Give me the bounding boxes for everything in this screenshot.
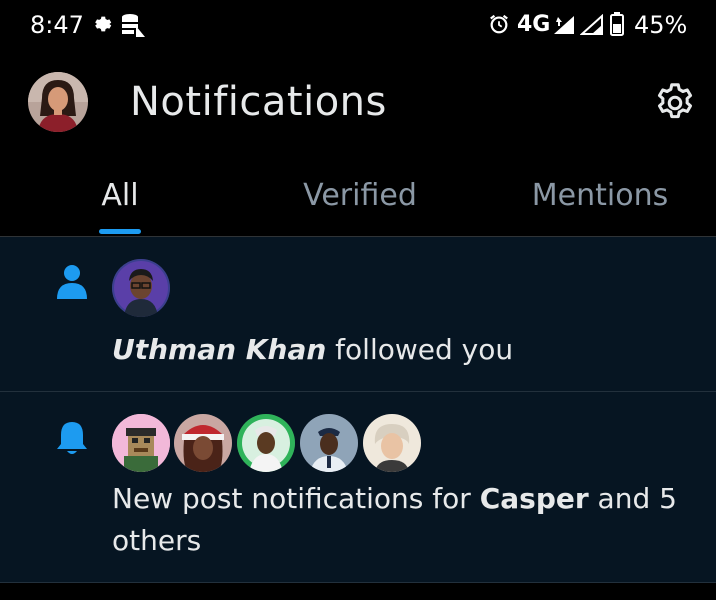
profile-avatar[interactable] [28,72,88,132]
notification-prefix: New post notifications for [112,482,480,515]
notification-action: followed you [335,333,514,366]
actor-name[interactable]: Uthman Khan [112,333,326,366]
notification-item-follow[interactable]: Uthman Khan followed you [0,237,716,392]
settings-gear-status-icon [95,16,112,32]
gear-icon [657,83,693,119]
list-bottom-divider [0,583,716,600]
avatar-casper[interactable] [112,414,170,472]
active-tab-indicator [99,229,141,234]
avatar-follower-5[interactable] [363,414,421,472]
battery-percentage: 45% [634,11,688,39]
notification-text: Uthman Khan followed you [112,329,692,371]
follower-avatar[interactable] [112,259,170,317]
app: 8:47 4G 45% Notifications All Verified M… [0,0,716,600]
avatar-follower-3[interactable] [237,414,295,472]
tab-mentions[interactable]: Mentions [510,176,690,216]
data-saver-icon [122,14,145,37]
notification-item-new-posts[interactable]: New post notifications for Casper and 5 … [0,392,716,583]
page-title: Notifications [130,79,387,125]
person-icon [57,265,87,299]
network-type: 4G [517,12,551,37]
header: Notifications [0,56,716,156]
notification-text: New post notifications for Casper and 5 … [112,478,702,562]
bell-icon [57,422,87,454]
avatar-follower-2[interactable] [174,414,232,472]
status-bar: 8:47 4G 45% [0,0,716,56]
status-time: 8:47 [30,11,84,39]
tab-bar: All Verified Mentions [0,156,716,237]
signal-icon-2 [580,14,603,35]
tab-all[interactable]: All [60,176,180,216]
signal-icon [554,16,574,34]
settings-button[interactable] [652,80,698,126]
tab-verified[interactable]: Verified [280,176,440,216]
alarm-icon [490,14,508,34]
avatar-follower-4[interactable] [300,414,358,472]
actor-name[interactable]: Casper [480,482,589,515]
battery-icon [610,12,624,36]
